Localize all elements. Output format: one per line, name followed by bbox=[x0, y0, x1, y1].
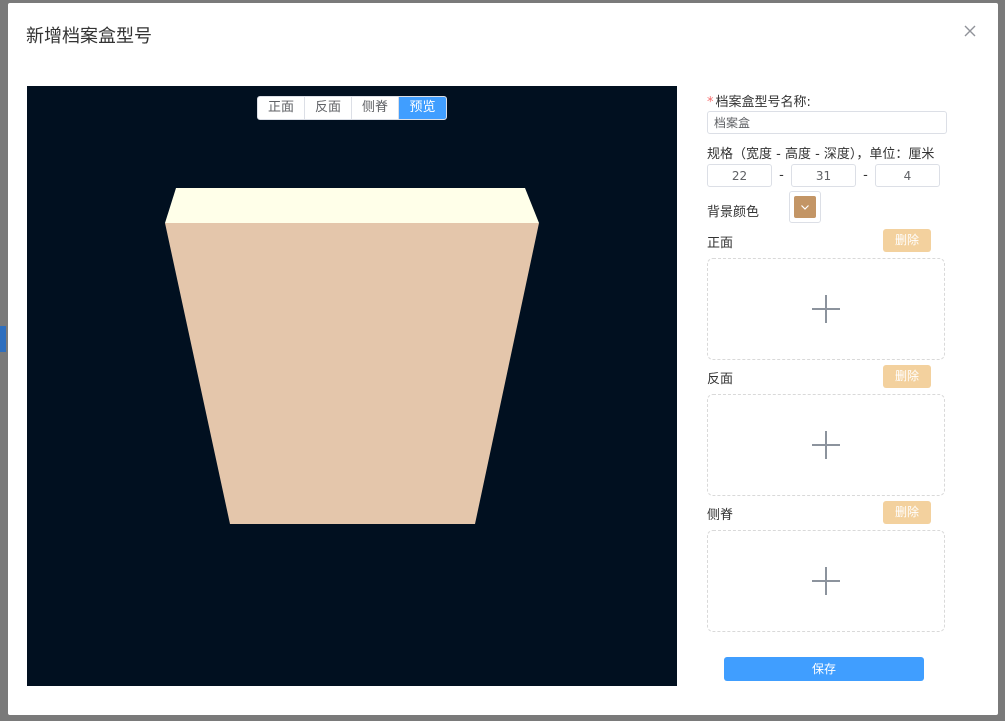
spec-inputs: - - bbox=[707, 164, 940, 187]
plus-icon bbox=[812, 567, 840, 595]
height-input[interactable] bbox=[791, 164, 856, 187]
backdrop-nav-accent bbox=[0, 326, 6, 352]
color-swatch bbox=[794, 196, 816, 218]
depth-input[interactable] bbox=[875, 164, 940, 187]
color-picker[interactable] bbox=[789, 191, 821, 223]
spec-separator: - bbox=[779, 168, 784, 183]
background-color-label: 背景颜色 bbox=[707, 205, 760, 220]
tab-front[interactable]: 正面 bbox=[258, 97, 305, 119]
front-label: 正面 bbox=[707, 236, 734, 251]
delete-front-button[interactable]: 删除 bbox=[883, 229, 931, 252]
delete-spine-button[interactable]: 删除 bbox=[883, 501, 931, 524]
name-label: * 档案盒型号名称: bbox=[707, 95, 811, 110]
close-icon[interactable] bbox=[962, 23, 978, 39]
spine-image-upload[interactable] bbox=[707, 530, 945, 632]
tab-back[interactable]: 反面 bbox=[305, 97, 352, 119]
spec-label: 规格（宽度 - 高度 - 深度），单位：厘米 bbox=[707, 147, 935, 162]
model-name-input[interactable] bbox=[707, 111, 947, 134]
tab-preview[interactable]: 预览 bbox=[399, 97, 446, 119]
box-3d-model bbox=[165, 188, 539, 524]
back-image-upload[interactable] bbox=[707, 394, 945, 496]
save-button[interactable]: 保存 bbox=[724, 657, 924, 681]
width-input[interactable] bbox=[707, 164, 772, 187]
view-mode-tabs: 正面 反面 侧脊 预览 bbox=[257, 96, 447, 120]
delete-back-button[interactable]: 删除 bbox=[883, 365, 931, 388]
spec-separator: - bbox=[863, 168, 868, 183]
plus-icon bbox=[812, 295, 840, 323]
box-top-face bbox=[165, 188, 539, 223]
dialog-title: 新增档案盒型号 bbox=[26, 26, 152, 47]
box-front-face bbox=[165, 223, 539, 524]
spine-label: 侧脊 bbox=[707, 508, 734, 523]
box-3d-preview[interactable]: 正面 反面 侧脊 预览 bbox=[27, 86, 677, 686]
add-box-model-dialog: 新增档案盒型号 正面 反面 侧脊 预览 *档案盒型号名称: 规格（宽度 - 高度… bbox=[8, 3, 998, 715]
back-label: 反面 bbox=[707, 372, 734, 387]
plus-icon bbox=[812, 431, 840, 459]
chevron-down-icon bbox=[801, 205, 809, 210]
front-image-upload[interactable] bbox=[707, 258, 945, 360]
tab-spine[interactable]: 侧脊 bbox=[352, 97, 399, 119]
required-mark: * bbox=[707, 95, 714, 110]
